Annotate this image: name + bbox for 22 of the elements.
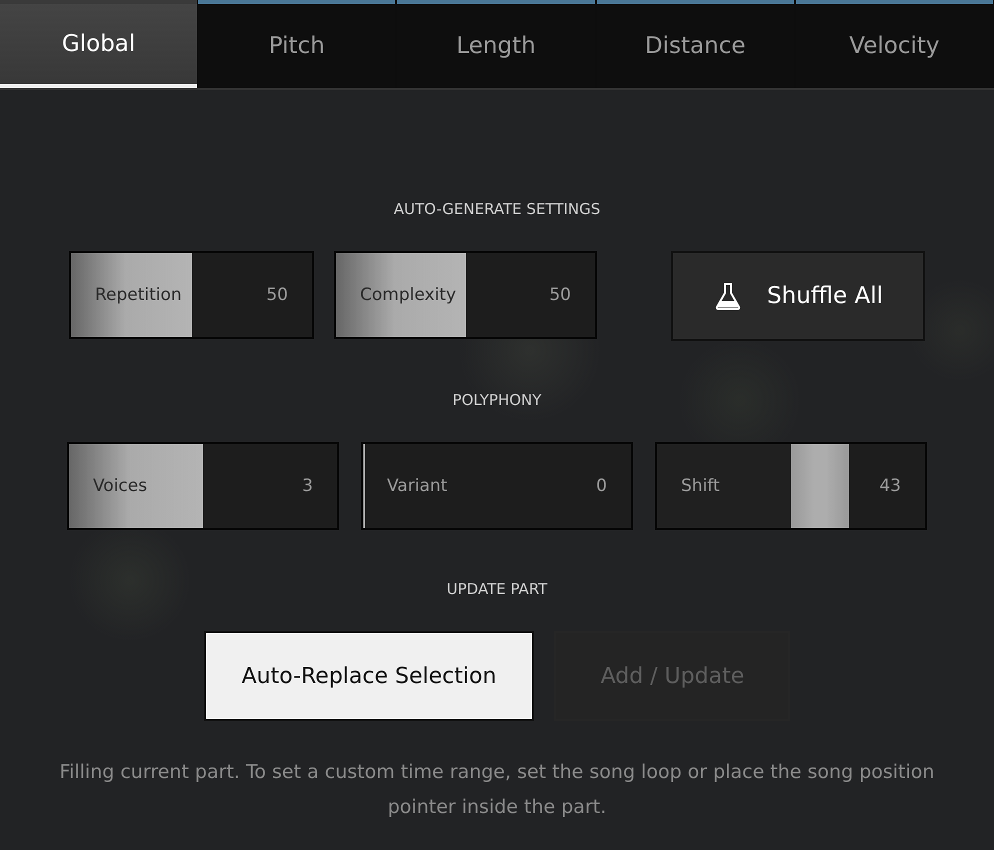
section-heading: AUTO-GENERATE SETTINGS bbox=[394, 200, 600, 218]
update-button[interactable]: Auto-Replace Selection bbox=[204, 631, 534, 721]
slider-value: 0 bbox=[596, 476, 607, 496]
slider[interactable]: Complexity 50 bbox=[334, 251, 597, 339]
tab[interactable]: Global bbox=[0, 0, 198, 88]
section-heading: UPDATE PART bbox=[446, 580, 548, 598]
slider[interactable]: Variant 0 bbox=[361, 442, 633, 530]
slider-value: 43 bbox=[879, 476, 901, 496]
slider[interactable]: Repetition 50 bbox=[69, 251, 314, 339]
section-heading: POLYPHONY bbox=[452, 391, 542, 409]
slider-label: Variant bbox=[387, 476, 448, 496]
shuffle-button[interactable]: Shuffle All bbox=[671, 251, 925, 341]
slider[interactable]: Voices 3 bbox=[67, 442, 339, 530]
slider-label: Shift bbox=[681, 476, 720, 496]
slider-label: Repetition bbox=[95, 285, 182, 305]
slider-label: Voices bbox=[93, 476, 148, 496]
slider-value: 50 bbox=[549, 285, 571, 305]
slider-value: 50 bbox=[266, 285, 288, 305]
info-text: Filling current part. To set a custom time range, set the song loop or place the song position pointer inside the part. bbox=[58, 760, 936, 820]
slider[interactable]: Shift 43 bbox=[655, 442, 927, 530]
slider-value: 3 bbox=[302, 476, 313, 496]
slider-label: Complexity bbox=[360, 285, 456, 305]
